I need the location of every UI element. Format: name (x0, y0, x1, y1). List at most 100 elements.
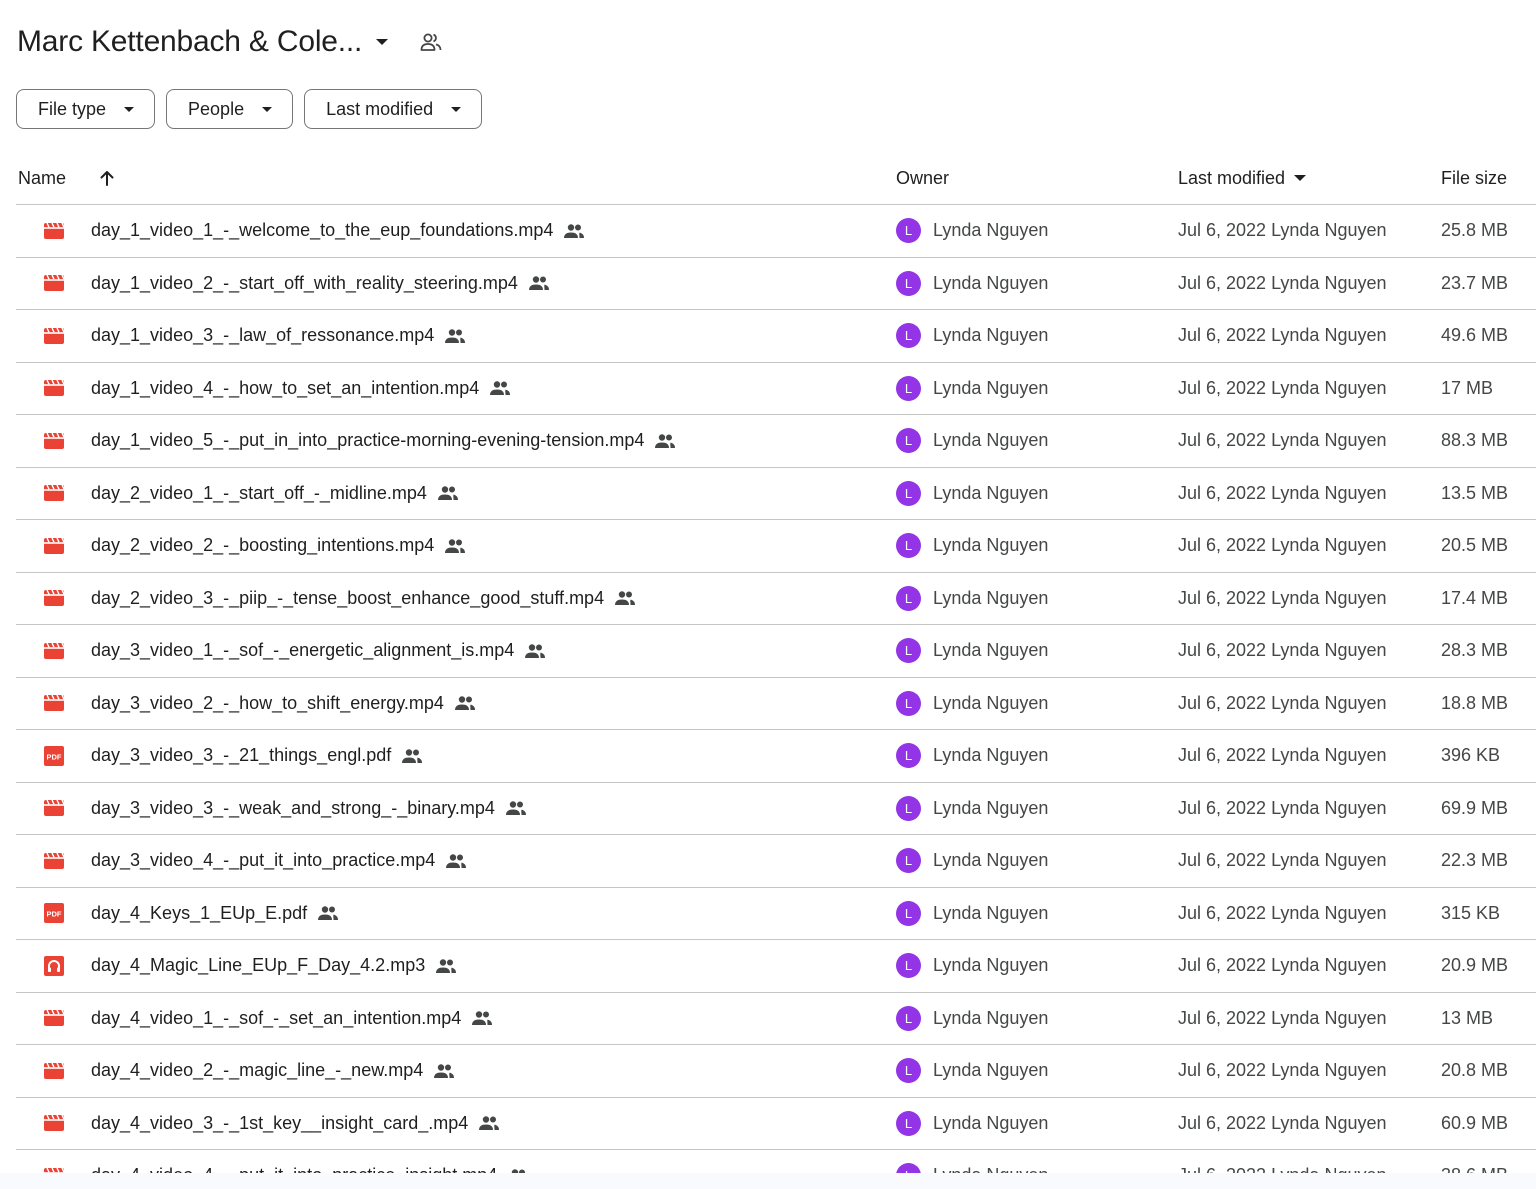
file-name[interactable]: day_3_video_4_-_put_it_into_practice.mp4 (91, 850, 435, 871)
avatar: L (896, 953, 921, 979)
file-row[interactable]: day_3_video_1_-_sof_-_energetic_alignmen… (16, 625, 1536, 678)
name-column-header[interactable]: Name (18, 152, 66, 204)
shared-icon (489, 380, 511, 396)
avatar: L (896, 848, 921, 874)
file-row[interactable]: day_4_Magic_Line_EUp_F_Day_4.2.mp3 L Lynda… (16, 940, 1536, 993)
sort-direction-button[interactable] (96, 152, 118, 204)
owner-cell: L Lynda Nguyen (896, 258, 1048, 310)
file-row[interactable]: day_2_video_1_-_start_off_-_midline.mp4 L… (16, 468, 1536, 520)
people-outline-icon[interactable] (418, 29, 444, 55)
file-name[interactable]: day_4_video_2_-_magic_line_-_new.mp4 (91, 1060, 423, 1081)
file-name[interactable]: day_3_video_3_-_weak_and_strong_-_binary… (91, 798, 495, 819)
pdf-file-icon: PDF (43, 888, 65, 940)
file-row[interactable]: day_1_video_1_-_welcome_to_the_eup_found… (16, 205, 1536, 258)
file-name[interactable]: day_4_video_1_-_sof_-_set_an_intention.m… (91, 1008, 461, 1029)
file-size-cell: 28.3 MB (1441, 640, 1509, 661)
owner-name: Lynda Nguyen (933, 430, 1049, 451)
file-row[interactable]: day_2_video_2_-_boosting_intentions.mp4 L… (16, 520, 1536, 573)
owner-cell: L Lynda Nguyen (896, 1150, 1048, 1173)
caret-down-icon (262, 106, 273, 112)
owner-name: Lynda Nguyen (933, 535, 1049, 556)
owner-name: Lynda Nguyen (933, 272, 1049, 293)
file-row[interactable]: day_3_video_4_-_put_it_into_practice.mp4… (16, 835, 1536, 888)
avatar: L (896, 638, 921, 664)
file-row[interactable]: day_4_video_2_-_magic_line_-_new.mp4 L Lyn… (16, 1045, 1536, 1098)
file-name[interactable]: day_1_video_2_-_start_off_with_reality_s… (91, 273, 518, 294)
file-row[interactable]: PDF day_4_Keys_1_EUp_E.pdf L Lynda Nguyen Ju… (16, 888, 1536, 940)
file-name[interactable]: day_4_video_4_-_put_it_into_practice_ins… (91, 1165, 497, 1173)
file-name-cell: day_4_video_1_-_sof_-_set_an_intention.m… (91, 993, 493, 1045)
file-name[interactable]: day_1_video_3_-_law_of_ressonance.mp4 (91, 325, 434, 346)
video-file-icon (43, 1045, 65, 1097)
file-size-cell: 13.5 MB (1441, 482, 1509, 503)
file-row[interactable]: day_3_video_2_-_how_to_shift_energy.mp4 L… (16, 678, 1536, 730)
owner-name: Lynda Nguyen (933, 377, 1049, 398)
video-file-icon (43, 993, 65, 1045)
file-name[interactable]: day_3_video_2_-_how_to_shift_energy.mp4 (91, 693, 444, 714)
avatar: L (896, 1163, 921, 1173)
file-row[interactable]: day_1_video_4_-_how_to_set_an_intention.… (16, 363, 1536, 415)
owner-cell: L Lynda Nguyen (896, 783, 1048, 835)
file-size-cell: 20.5 MB (1441, 535, 1509, 556)
people-filter-label: People (188, 98, 245, 119)
file-name[interactable]: day_4_Magic_Line_EUp_F_Day_4.2.mp3 (91, 955, 425, 976)
avatar: L (896, 1058, 921, 1084)
file-size-cell: 23.7 MB (1441, 272, 1509, 293)
shared-icon (505, 800, 527, 816)
owner-name: Lynda Nguyen (933, 797, 1049, 818)
file-name[interactable]: day_4_video_3_-_1st_key__insight_card_.m… (91, 1113, 468, 1134)
owner-name: Lynda Nguyen (933, 640, 1049, 661)
shared-icon (433, 1063, 455, 1079)
filter-bar: File type People Last modified (16, 89, 483, 129)
file-name[interactable]: day_2_video_1_-_start_off_-_midline.mp4 (91, 483, 427, 504)
file-name-cell: day_2_video_2_-_boosting_intentions.mp4 (91, 520, 466, 572)
shared-icon (437, 485, 459, 501)
last-modified-filter[interactable]: Last modified (304, 89, 483, 129)
file-row[interactable]: day_3_video_3_-_weak_and_strong_-_binary… (16, 783, 1536, 835)
avatar: L (896, 1005, 921, 1031)
file-size-column-header[interactable]: File size (1441, 152, 1507, 204)
chevron-down-icon[interactable] (376, 39, 389, 45)
file-size-cell: 60.9 MB (1441, 1112, 1509, 1133)
file-name[interactable]: day_2_video_2_-_boosting_intentions.mp4 (91, 535, 434, 556)
file-name-cell: day_2_video_1_-_start_off_-_midline.mp4 (91, 468, 459, 520)
video-file-icon (43, 573, 65, 625)
arrow-up-icon (100, 171, 114, 186)
file-row[interactable]: PDF day_3_video_3_-_21_things_engl.pdf L Ly… (16, 730, 1536, 783)
last-modified-filter-label: Last modified (326, 98, 434, 119)
file-name[interactable]: day_1_video_1_-_welcome_to_the_eup_found… (91, 220, 553, 241)
last-modified-cell: Jul 6, 2022 Lynda Nguyen (1178, 482, 1387, 503)
file-name[interactable]: day_3_video_1_-_sof_-_energetic_alignmen… (91, 640, 514, 661)
owner-column-header[interactable]: Owner (896, 152, 949, 204)
last-modified-cell: Jul 6, 2022 Lynda Nguyen (1178, 850, 1387, 871)
avatar: L (896, 533, 921, 559)
file-row[interactable]: day_4_video_3_-_1st_key__insight_card_.m… (16, 1098, 1536, 1150)
file-name[interactable]: day_4_Keys_1_EUp_E.pdf (91, 903, 307, 924)
file-row[interactable]: day_4_video_4_-_put_it_into_practice_ins… (16, 1150, 1536, 1173)
people-filter[interactable]: People (166, 89, 294, 129)
file-type-filter[interactable]: File type (16, 89, 156, 129)
folder-title[interactable]: Marc Kettenbach & Cole... (17, 25, 362, 59)
file-row[interactable]: day_4_video_1_-_sof_-_set_an_intention.m… (16, 993, 1536, 1045)
file-name[interactable]: day_3_video_3_-_21_things_engl.pdf (91, 745, 391, 766)
video-file-icon (43, 1098, 65, 1150)
file-size-cell: 25.8 MB (1441, 220, 1509, 241)
file-name[interactable]: day_1_video_4_-_how_to_set_an_intention.… (91, 378, 479, 399)
file-row[interactable]: day_1_video_2_-_start_off_with_reality_s… (16, 258, 1536, 310)
file-type-filter-label: File type (38, 98, 107, 119)
owner-cell: L Lynda Nguyen (896, 573, 1048, 625)
last-modified-column-header[interactable]: Last modified (1178, 152, 1307, 204)
file-size-cell: 49.6 MB (1441, 325, 1509, 346)
shared-icon (435, 958, 457, 974)
owner-name: Lynda Nguyen (933, 1165, 1048, 1173)
file-name-cell: day_3_video_3_-_weak_and_strong_-_binary… (91, 783, 527, 835)
file-name[interactable]: day_1_video_5_-_put_in_into_practice-mor… (91, 430, 644, 451)
file-row[interactable]: day_1_video_5_-_put_in_into_practice-mor… (16, 415, 1536, 468)
file-name[interactable]: day_2_video_3_-_piip_-_tense_boost_enhan… (91, 588, 604, 609)
file-name-cell: day_3_video_4_-_put_it_into_practice.mp4 (91, 835, 467, 887)
file-row[interactable]: day_2_video_3_-_piip_-_tense_boost_enhan… (16, 573, 1536, 625)
file-row[interactable]: day_1_video_3_-_law_of_ressonance.mp4 L Ly… (16, 310, 1536, 363)
video-file-icon (43, 415, 65, 467)
owner-cell: L Lynda Nguyen (896, 205, 1048, 257)
avatar: L (896, 428, 921, 454)
